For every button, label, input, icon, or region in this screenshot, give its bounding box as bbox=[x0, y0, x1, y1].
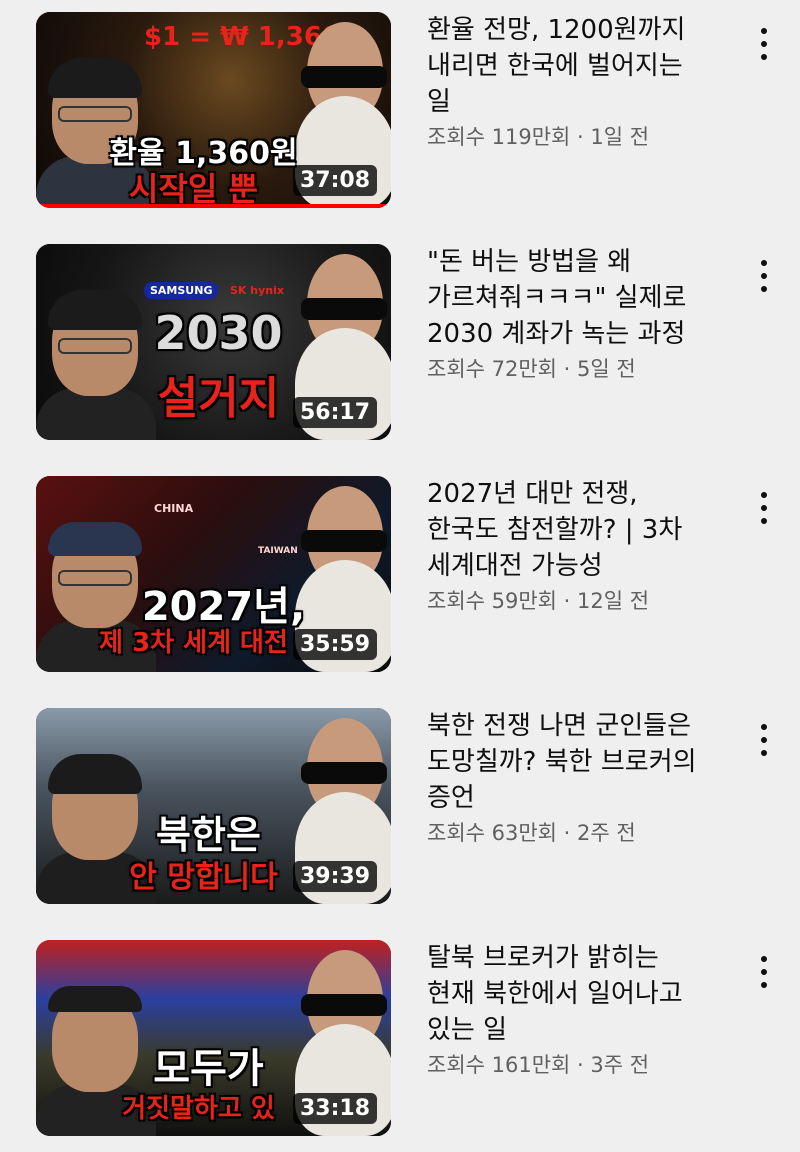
video-stats: 조회수 119만회 · 1일 전 bbox=[427, 122, 737, 152]
video-thumbnail[interactable]: CHINA TAIWAN 2027년, 제 3차 세계 대전 35:59 bbox=[36, 476, 391, 672]
thumbnail-subheadline: 거짓말하고 있 bbox=[122, 1094, 275, 1124]
thumbnail-subheadline: 시작일 뿐 bbox=[129, 170, 258, 208]
thumbnail-headline: 북한은 bbox=[156, 813, 261, 857]
more-options-icon[interactable] bbox=[754, 720, 774, 760]
thumbnail-subheadline: 제 3차 세계 대전 bbox=[99, 628, 288, 658]
video-title[interactable]: 환율 전망, 1200원까지 내리면 한국에 벌어지는 일 bbox=[427, 12, 737, 120]
more-options-icon[interactable] bbox=[754, 488, 774, 528]
video-title[interactable]: "돈 버는 방법을 왜 가르쳐줘ㅋㅋㅋ" 실제로 2030 계좌가 녹는 과정 bbox=[427, 244, 737, 352]
video-thumbnail[interactable]: 모두가 거짓말하고 있 33:18 bbox=[36, 940, 391, 1136]
separator: · bbox=[557, 357, 578, 381]
view-count: 조회수 59만회 bbox=[427, 589, 557, 613]
thumbnail-subheadline: 설거지 bbox=[157, 373, 280, 424]
more-options-icon[interactable] bbox=[754, 24, 774, 64]
video-item[interactable]: $1 = ₩ 1,360 환율 1,360원 시작일 뿐 37:08 환율 전망… bbox=[0, 12, 800, 212]
video-meta: "돈 버는 방법을 왜 가르쳐줘ㅋㅋㅋ" 실제로 2030 계좌가 녹는 과정 … bbox=[427, 244, 737, 384]
video-thumbnail[interactable]: $1 = ₩ 1,360 환율 1,360원 시작일 뿐 37:08 bbox=[36, 12, 391, 208]
video-meta: 환율 전망, 1200원까지 내리면 한국에 벌어지는 일 조회수 119만회 … bbox=[427, 12, 737, 152]
upload-age: 2주 전 bbox=[577, 821, 636, 845]
view-count: 조회수 63만회 bbox=[427, 821, 557, 845]
map-label-china: CHINA bbox=[154, 502, 194, 515]
more-options-icon[interactable] bbox=[754, 256, 774, 296]
duration-badge: 33:18 bbox=[292, 1093, 377, 1124]
view-count: 조회수 72만회 bbox=[427, 357, 557, 381]
video-stats: 조회수 63만회 · 2주 전 bbox=[427, 818, 737, 848]
upload-age: 1일 전 bbox=[590, 125, 650, 149]
sk-hynix-logo: SK hynix bbox=[230, 284, 284, 297]
duration-badge: 39:39 bbox=[292, 861, 377, 892]
video-item[interactable]: 북한은 안 망합니다 39:39 북한 전쟁 나면 군인들은 도망칠까? 북한 … bbox=[0, 708, 800, 908]
video-stats: 조회수 59만회 · 12일 전 bbox=[427, 586, 737, 616]
duration-badge: 37:08 bbox=[292, 165, 377, 196]
video-stats: 조회수 72만회 · 5일 전 bbox=[427, 354, 737, 384]
duration-badge: 56:17 bbox=[292, 397, 377, 428]
video-thumbnail[interactable]: 북한은 안 망합니다 39:39 bbox=[36, 708, 391, 904]
view-count: 조회수 119만회 bbox=[427, 125, 571, 149]
upload-age: 3주 전 bbox=[590, 1053, 650, 1077]
thumbnail-headline: 모두가 bbox=[153, 1046, 264, 1092]
video-title[interactable]: 북한 전쟁 나면 군인들은 도망칠까? 북한 브로커의 증언 bbox=[427, 708, 737, 816]
separator: · bbox=[570, 1053, 591, 1077]
video-thumbnail[interactable]: SAMSUNG SK hynix 2030 설거지 56:17 bbox=[36, 244, 391, 440]
watch-progress-bar bbox=[36, 204, 391, 208]
video-title[interactable]: 탈북 브로커가 밝히는 현재 북한에서 일어나고 있는 일 bbox=[427, 940, 737, 1048]
video-stats: 조회수 161만회 · 3주 전 bbox=[427, 1050, 737, 1080]
view-count: 조회수 161만회 bbox=[427, 1053, 571, 1077]
separator: · bbox=[557, 821, 578, 845]
video-meta: 북한 전쟁 나면 군인들은 도망칠까? 북한 브로커의 증언 조회수 63만회 … bbox=[427, 708, 737, 848]
video-meta: 탈북 브로커가 밝히는 현재 북한에서 일어나고 있는 일 조회수 161만회 … bbox=[427, 940, 737, 1080]
separator: · bbox=[570, 125, 591, 149]
video-item[interactable]: SAMSUNG SK hynix 2030 설거지 56:17 "돈 버는 방법… bbox=[0, 244, 800, 444]
thumbnail-subheadline: 안 망합니다 bbox=[129, 860, 278, 895]
video-item[interactable]: CHINA TAIWAN 2027년, 제 3차 세계 대전 35:59 202… bbox=[0, 476, 800, 676]
thumbnail-headline: 2030 bbox=[154, 306, 283, 360]
upload-age: 5일 전 bbox=[577, 357, 636, 381]
video-item[interactable]: 모두가 거짓말하고 있 33:18 탈북 브로커가 밝히는 현재 북한에서 일어… bbox=[0, 940, 800, 1140]
separator: · bbox=[557, 589, 578, 613]
video-title[interactable]: 2027년 대만 전쟁, 한국도 참전할까? | 3차 세계대전 가능성 bbox=[427, 476, 737, 584]
duration-badge: 35:59 bbox=[292, 629, 377, 660]
video-meta: 2027년 대만 전쟁, 한국도 참전할까? | 3차 세계대전 가능성 조회수… bbox=[427, 476, 737, 616]
video-feed: $1 = ₩ 1,360 환율 1,360원 시작일 뿐 37:08 환율 전망… bbox=[0, 0, 800, 1152]
upload-age: 12일 전 bbox=[577, 589, 650, 613]
more-options-icon[interactable] bbox=[754, 952, 774, 992]
